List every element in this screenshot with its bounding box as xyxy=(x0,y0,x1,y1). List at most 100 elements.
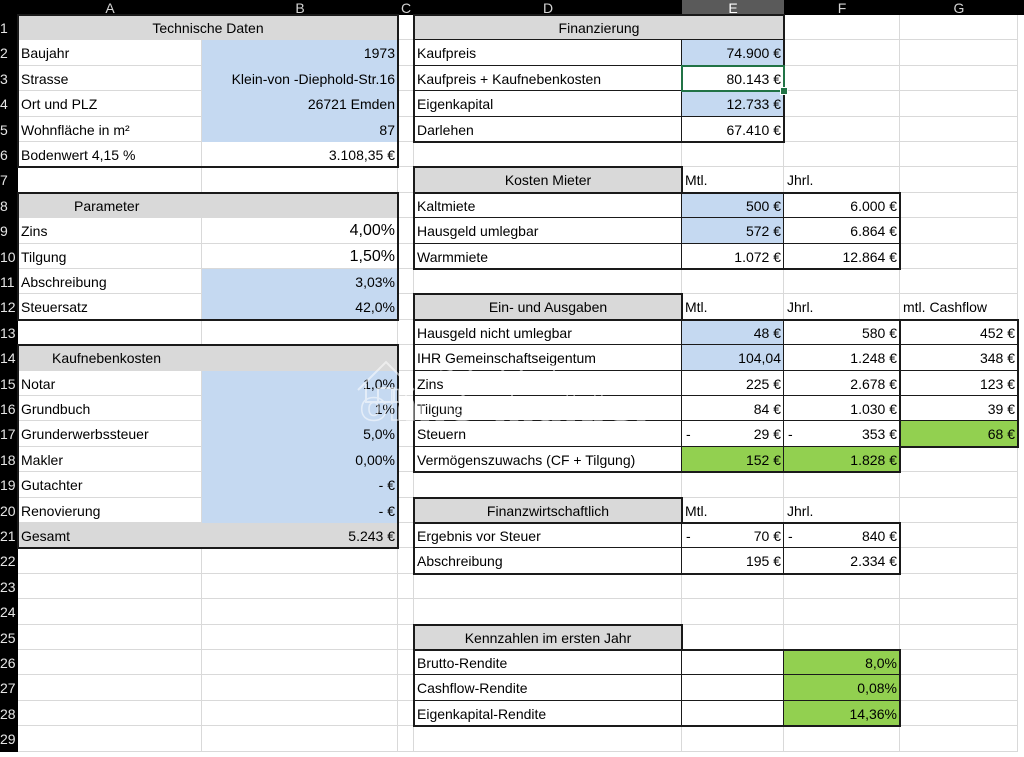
cell-G27[interactable] xyxy=(900,675,1018,701)
cell-B23[interactable] xyxy=(202,574,398,599)
value-cell-mtl[interactable]: 572 € xyxy=(682,218,784,244)
cell-A13[interactable] xyxy=(18,320,202,345)
label-cell[interactable]: Makler xyxy=(18,447,202,472)
cell-D24[interactable] xyxy=(414,599,682,625)
cell-G2[interactable] xyxy=(900,40,1018,66)
value-vermoegenszuwachs-mtl[interactable]: 152 € xyxy=(682,447,784,472)
label-cell[interactable]: Warmmiete xyxy=(414,244,682,269)
label-cell[interactable]: Steuersatz xyxy=(18,294,202,320)
cell-G22[interactable] xyxy=(900,548,1018,574)
cell-F6[interactable] xyxy=(784,142,900,167)
section-header-finanzwirtschaftlich[interactable]: Finanzwirtschaftlich xyxy=(414,498,682,523)
cell-C21[interactable] xyxy=(398,523,414,548)
value-cell[interactable]: Klein-von -Diephold-Str.16 xyxy=(202,66,398,91)
label-cell[interactable]: Renovierung xyxy=(18,498,202,523)
cell-F1[interactable] xyxy=(784,15,900,40)
cell-F5[interactable] xyxy=(784,117,900,142)
value-cell-jhrl[interactable]: 580 € xyxy=(784,320,900,345)
value-cell-mtl[interactable]: 500 € xyxy=(682,193,784,218)
label-cell[interactable]: Darlehen xyxy=(414,117,682,142)
row-header[interactable]: 18 xyxy=(0,447,18,472)
label-cell[interactable]: Zins xyxy=(414,371,682,396)
row-header[interactable]: 20 xyxy=(0,498,18,523)
cell-G19[interactable] xyxy=(900,472,1018,498)
value-cell-cashflow[interactable]: 123 € xyxy=(900,371,1018,396)
value-cell-mtl[interactable]: 104,04 xyxy=(682,345,784,371)
cell-G28[interactable] xyxy=(900,701,1018,726)
row-header[interactable]: 25 xyxy=(0,625,18,650)
row-header[interactable]: 8 xyxy=(0,193,18,218)
label-cell[interactable]: Hausgeld umlegbar xyxy=(414,218,682,244)
cell-C14[interactable] xyxy=(398,345,414,371)
cell-A7[interactable] xyxy=(18,167,202,193)
cell-C27[interactable] xyxy=(398,675,414,701)
label-cell[interactable]: Ergebnis vor Steuer xyxy=(414,523,682,548)
row-header[interactable]: 17 xyxy=(0,421,18,447)
label-cell[interactable]: Strasse xyxy=(18,66,202,91)
cell-C22[interactable] xyxy=(398,548,414,574)
cell-B26[interactable] xyxy=(202,650,398,675)
label-cell[interactable]: Steuern xyxy=(414,421,682,447)
row-header[interactable]: 28 xyxy=(0,701,18,726)
section-header-kosten-mieter[interactable]: Kosten Mieter xyxy=(414,167,682,193)
column-header-F[interactable]: F xyxy=(784,0,900,15)
cell-A28[interactable] xyxy=(18,701,202,726)
spreadsheet-grid[interactable]: A B C D E F G 1 2 3 4 5 6 7 8 9 10 11 12 13 14 15 16 17 18 19 20 21… xyxy=(0,0,1024,757)
value-cell[interactable]: 1,50% xyxy=(202,244,398,269)
cell-A24[interactable] xyxy=(18,599,202,625)
value-cell[interactable]: 4,00% xyxy=(202,218,398,244)
value-cell-jhrl[interactable]: 1.030 € xyxy=(784,396,900,421)
cell-C7[interactable] xyxy=(398,167,414,193)
row-header[interactable]: 1 xyxy=(0,15,18,40)
cell-E23[interactable] xyxy=(682,574,784,599)
cell-C3[interactable] xyxy=(398,66,414,91)
cell-C28[interactable] xyxy=(398,701,414,726)
cell-C19[interactable] xyxy=(398,472,414,498)
value-cell-jhrl[interactable]: - 840 € xyxy=(784,523,900,548)
cell-C10[interactable] xyxy=(398,244,414,269)
cell-C26[interactable] xyxy=(398,650,414,675)
cell-C9[interactable] xyxy=(398,218,414,244)
column-header-next[interactable] xyxy=(1018,0,1024,15)
label-cell[interactable]: Eigenkapital xyxy=(414,91,682,117)
cell-D11[interactable] xyxy=(414,269,682,294)
value-cell[interactable]: 3,03% xyxy=(202,269,398,294)
row-header[interactable]: 9 xyxy=(0,218,18,244)
cell-A23[interactable] xyxy=(18,574,202,599)
fill-handle[interactable] xyxy=(780,87,788,95)
label-cell[interactable]: Ort und PLZ xyxy=(18,91,202,117)
cell-C12[interactable] xyxy=(398,294,414,320)
cell-D6[interactable] xyxy=(414,142,682,167)
value-cell[interactable]: 14,36% xyxy=(784,701,900,726)
row-header[interactable]: 19 xyxy=(0,472,18,498)
label-cell[interactable]: Kaufpreis + Kaufnebenkosten xyxy=(414,66,682,91)
cell-F2[interactable] xyxy=(784,40,900,66)
select-all-corner[interactable] xyxy=(0,0,18,15)
cell-F24[interactable] xyxy=(784,599,900,625)
cell-G25[interactable] xyxy=(900,625,1018,650)
value-cell[interactable]: 0,00% xyxy=(202,447,398,472)
cell-D23[interactable] xyxy=(414,574,682,599)
row-header[interactable]: 22 xyxy=(0,548,18,574)
value-cell-jhrl[interactable]: 6.000 € xyxy=(784,193,900,218)
section-header-technische-daten[interactable]: Technische Daten xyxy=(18,15,398,40)
cell-G21[interactable] xyxy=(900,523,1018,548)
label-cell[interactable]: Gutachter xyxy=(18,472,202,498)
value-cell-jhrl[interactable]: 2.678 € xyxy=(784,371,900,396)
cell-F11[interactable] xyxy=(784,269,900,294)
section-header-parameter[interactable]: Parameter xyxy=(18,193,398,218)
label-cell[interactable]: Grundbuch xyxy=(18,396,202,421)
value-cell-cashflow[interactable]: 452 € xyxy=(900,320,1018,345)
column-header-A[interactable]: A xyxy=(18,0,202,15)
section-header-kaufnebenkosten[interactable]: Kaufnebenkosten xyxy=(18,345,398,371)
cell-B13[interactable] xyxy=(202,320,398,345)
value-cell-cashflow[interactable]: 39 € xyxy=(900,396,1018,421)
cell-C1[interactable] xyxy=(398,15,414,40)
value-cell[interactable]: 8,0% xyxy=(784,650,900,675)
cell-C25[interactable] xyxy=(398,625,414,650)
cell-G4[interactable] xyxy=(900,91,1018,117)
value-cell[interactable]: 5,0% xyxy=(202,421,398,447)
row-header[interactable]: 10 xyxy=(0,244,18,269)
row-header[interactable]: 24 xyxy=(0,599,18,625)
label-cell[interactable]: Kaltmiete xyxy=(414,193,682,218)
